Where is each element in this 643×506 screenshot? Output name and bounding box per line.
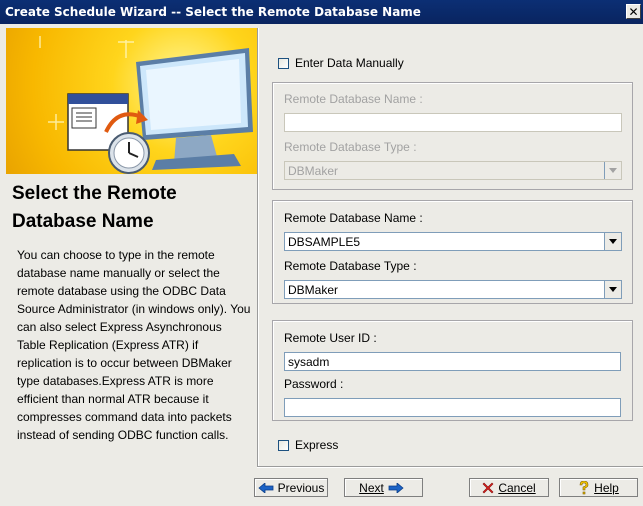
credentials-group: Remote User ID : sysadm Password : xyxy=(272,320,633,421)
wizard-form: Enter Data Manually Remote Database Name… xyxy=(259,28,643,466)
manual-db-name-label: Remote Database Name : xyxy=(284,92,423,106)
manual-entry-group: Remote Database Name : Remote Database T… xyxy=(272,82,633,190)
close-icon[interactable]: ✕ xyxy=(626,4,641,19)
previous-button[interactable]: Previous xyxy=(254,478,328,497)
select-db-name-value: DBSAMPLE5 xyxy=(288,235,361,249)
remote-user-id-label: Remote User ID : xyxy=(284,331,377,345)
password-label: Password : xyxy=(284,377,344,391)
title-bar: Create Schedule Wizard -- Select the Rem… xyxy=(0,0,643,24)
previous-label: Previous xyxy=(277,480,325,495)
next-button[interactable]: Next xyxy=(344,478,423,497)
manual-db-name-field[interactable] xyxy=(284,113,622,132)
select-db-name-label: Remote Database Name : xyxy=(284,211,423,225)
page-description: You can choose to type in the remote dat… xyxy=(17,248,251,442)
cancel-button[interactable]: Cancel xyxy=(469,478,549,497)
checkbox-box[interactable] xyxy=(278,439,289,451)
red-x-icon xyxy=(482,482,494,493)
password-field[interactable] xyxy=(284,398,621,417)
express-checkbox[interactable]: Express xyxy=(278,438,338,452)
remote-user-id-field[interactable]: sysadm xyxy=(284,352,621,371)
question-mark-icon xyxy=(579,480,589,494)
express-label: Express xyxy=(295,438,339,452)
select-db-type-value: DBMaker xyxy=(288,283,339,297)
enter-manually-checkbox[interactable]: Enter Data Manually xyxy=(278,56,404,70)
horizontal-divider xyxy=(257,466,643,468)
chevron-down-icon[interactable] xyxy=(604,281,621,298)
manual-db-type-select[interactable]: DBMaker xyxy=(284,161,622,180)
manual-db-type-label: Remote Database Type : xyxy=(284,140,417,154)
help-button[interactable]: Help xyxy=(559,478,638,497)
select-db-name-combo[interactable]: DBSAMPLE5 xyxy=(284,232,622,251)
wizard-banner-image xyxy=(6,28,257,174)
chevron-down-icon[interactable] xyxy=(604,233,621,250)
manual-db-type-value: DBMaker xyxy=(288,164,339,178)
next-label: Next xyxy=(359,480,384,495)
chevron-down-icon[interactable] xyxy=(604,162,621,179)
select-db-type-label: Remote Database Type : xyxy=(284,259,417,273)
window-title: Create Schedule Wizard -- Select the Rem… xyxy=(5,5,421,19)
monitor-clock-illustration xyxy=(39,36,253,174)
help-label: Help xyxy=(594,480,619,495)
wizard-side-panel: Select the Remote Database Name You can … xyxy=(6,28,257,466)
page-heading: Select the Remote Database Name xyxy=(12,183,177,232)
enter-manually-label: Enter Data Manually xyxy=(295,56,404,70)
left-arrow-icon xyxy=(258,482,274,493)
select-db-type-combo[interactable]: DBMaker xyxy=(284,280,622,299)
cancel-label: Cancel xyxy=(498,480,536,495)
right-arrow-icon xyxy=(388,482,404,493)
checkbox-box[interactable] xyxy=(278,57,289,69)
select-db-group: Remote Database Name : DBSAMPLE5 Remote … xyxy=(272,200,633,304)
